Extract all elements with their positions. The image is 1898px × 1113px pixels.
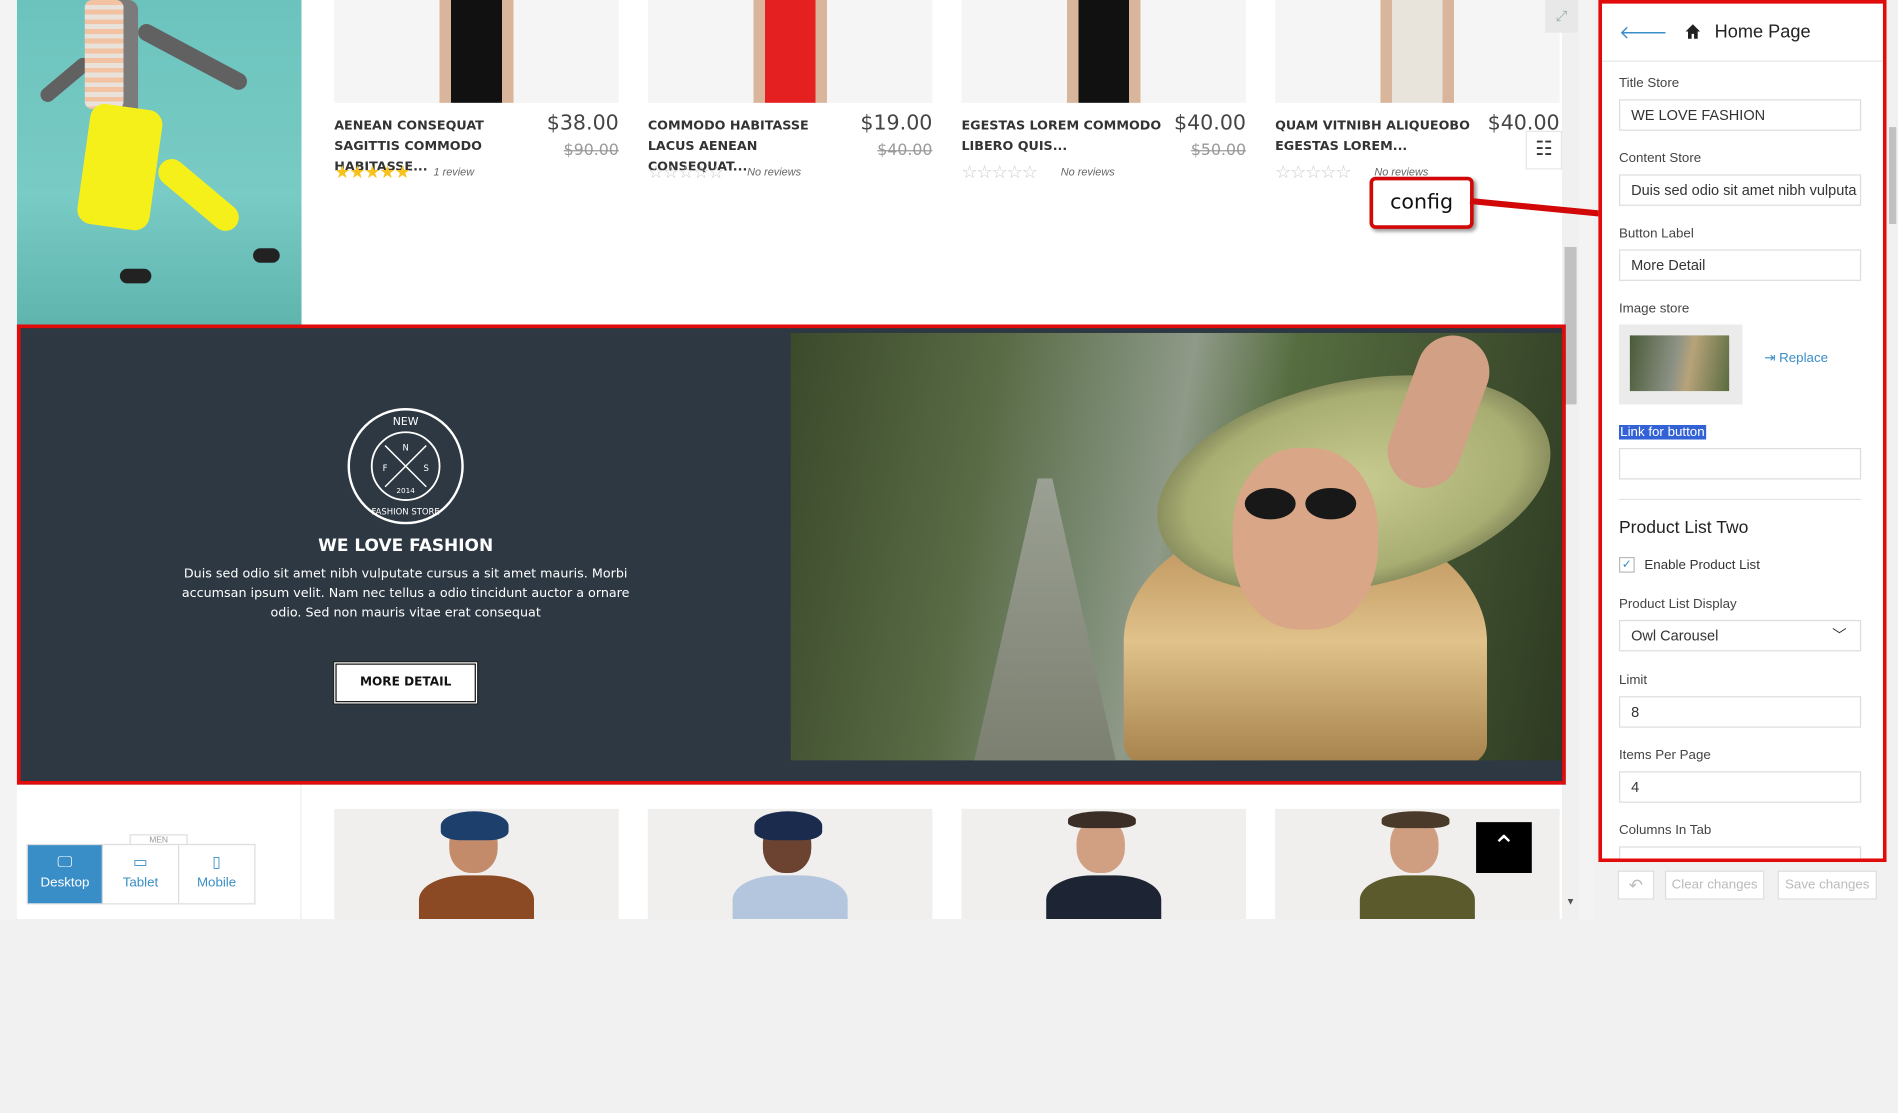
banner-title: WE LOVE FASHION bbox=[318, 536, 494, 556]
title-store-input[interactable]: WE LOVE FASHION bbox=[1618, 99, 1862, 131]
tablet-icon: ▭ bbox=[133, 852, 148, 871]
rating-stars-icon: ☆☆☆☆☆ bbox=[961, 162, 1038, 183]
home-icon bbox=[1685, 24, 1701, 39]
preview-area: MEN AENEAN CONSEQUAT SAGITTIS COMMODO HA… bbox=[0, 0, 1594, 919]
items-per-page-label: Items Per Page bbox=[1618, 748, 1711, 763]
store-banner-section[interactable]: NEW N F S 2014 FASHION STORE WE LOVE FAS… bbox=[16, 324, 1566, 785]
product-list-top: AENEAN CONSEQUAT SAGITTIS COMMODO HABITA… bbox=[334, 0, 1562, 194]
section-title: Product List Two bbox=[1618, 518, 1749, 538]
device-label: Desktop bbox=[40, 875, 90, 890]
back-to-top-icon[interactable]: ⌃ bbox=[1476, 822, 1532, 873]
section-divider bbox=[1618, 498, 1862, 501]
product-list-display-select[interactable]: Owl Carousel bbox=[1618, 619, 1862, 652]
product-image[interactable] bbox=[647, 0, 933, 103]
desktop-icon: 🖵 bbox=[57, 852, 73, 871]
undo-icon[interactable]: ↶ bbox=[1617, 870, 1655, 900]
save-changes-button[interactable]: Save changes bbox=[1777, 870, 1877, 900]
side-banner-image[interactable] bbox=[16, 0, 302, 325]
chevron-down-icon: ﹀ bbox=[1832, 627, 1847, 645]
product-name[interactable]: QUAM VITNIBH ALIQUEOBO EGESTAS LOREM... bbox=[1275, 116, 1487, 157]
device-label: Tablet bbox=[122, 875, 159, 890]
columns-in-tab-input[interactable] bbox=[1618, 846, 1862, 859]
product-list-display-label: Product List Display bbox=[1618, 596, 1737, 612]
device-mobile-button[interactable]: ▯ Mobile bbox=[179, 845, 254, 903]
config-callout: config bbox=[1369, 176, 1474, 229]
device-desktop-button[interactable]: 🖵 Desktop bbox=[27, 845, 104, 904]
review-count[interactable]: No reviews bbox=[747, 166, 801, 178]
device-label: Mobile bbox=[196, 875, 237, 890]
product-card[interactable]: COMMODO HABITASSE LACUS AENEAN CONSEQUAT… bbox=[647, 0, 933, 183]
panel-scroll-thumb[interactable] bbox=[1889, 127, 1897, 224]
logo-letter-n: N bbox=[402, 442, 408, 452]
button-label-label: Button Label bbox=[1618, 226, 1694, 241]
device-tablet-button[interactable]: ▭ Tablet bbox=[103, 845, 179, 904]
limit-label: Limit bbox=[1618, 673, 1648, 688]
link-for-button-label: Link for button bbox=[1618, 424, 1706, 440]
panel-header: 🡐 Home Page bbox=[1602, 4, 1883, 62]
content-store-input[interactable]: Duis sed odio sit amet nibh vulputa bbox=[1618, 174, 1862, 206]
more-detail-button[interactable]: MORE DETAIL bbox=[335, 663, 476, 703]
mobile-icon: ▯ bbox=[212, 852, 221, 871]
link-for-button-input[interactable] bbox=[1618, 447, 1862, 480]
product-old-price: $50.00 bbox=[1190, 141, 1247, 160]
product-old-price: $90.00 bbox=[563, 141, 619, 160]
product-old-price: $40.00 bbox=[877, 141, 933, 160]
product-image[interactable] bbox=[961, 808, 1247, 919]
scroll-down-icon[interactable]: ▼ bbox=[1562, 896, 1579, 913]
logo-letter-s: S bbox=[424, 463, 429, 473]
enable-product-list-label: Enable Product List bbox=[1644, 558, 1760, 573]
device-switcher: 🖵 Desktop ▭ Tablet ▯ Mobile bbox=[26, 843, 256, 905]
product-card[interactable]: AENEAN CONSEQUAT SAGITTIS COMMODO HABITA… bbox=[334, 0, 619, 183]
logo-year: 2014 bbox=[396, 486, 415, 495]
product-image[interactable] bbox=[961, 0, 1247, 103]
clear-changes-button[interactable]: Clear changes bbox=[1664, 870, 1765, 900]
product-image[interactable] bbox=[1275, 0, 1560, 103]
product-price: $40.00 bbox=[1173, 111, 1247, 136]
product-list-bottom bbox=[334, 808, 1562, 919]
title-store-label: Title Store bbox=[1618, 76, 1680, 91]
banner-content: Duis sed odio sit amet nibh vulputate cu… bbox=[181, 566, 630, 620]
rating-stars-icon: ☆☆☆☆☆ bbox=[1275, 162, 1352, 183]
rating-stars-icon: ★★★★★ bbox=[334, 162, 411, 183]
review-count[interactable]: 1 review bbox=[434, 166, 475, 178]
back-arrow-icon[interactable]: 🡐 bbox=[1619, 21, 1668, 44]
review-count[interactable]: No reviews bbox=[1061, 166, 1115, 178]
content-store-label: Content Store bbox=[1618, 151, 1702, 166]
button-label-input[interactable]: More Detail bbox=[1618, 249, 1862, 281]
logo-bottom-text: FASHION STORE bbox=[372, 507, 440, 517]
fashion-store-logo: NEW N F S 2014 FASHION STORE bbox=[347, 408, 464, 525]
rating-stars-icon: ☆☆☆☆☆ bbox=[647, 162, 725, 183]
product-card[interactable]: QUAM VITNIBH ALIQUEOBO EGESTAS LOREM... $… bbox=[1275, 0, 1560, 183]
product-card[interactable]: EGESTAS LOREM COMMODO LIBERO QUIS... $40.… bbox=[961, 0, 1247, 183]
product-price: $38.00 bbox=[546, 111, 619, 136]
image-store-preview[interactable] bbox=[1618, 324, 1743, 405]
preview-scroll-thumb[interactable] bbox=[1564, 247, 1577, 405]
columns-in-tab-label: Columns In Tab bbox=[1618, 823, 1712, 838]
product-name[interactable]: EGESTAS LOREM COMMODO LIBERO QUIS... bbox=[961, 116, 1173, 157]
product-image[interactable] bbox=[334, 808, 619, 919]
product-image[interactable] bbox=[334, 0, 619, 103]
product-price: $19.00 bbox=[860, 111, 933, 136]
limit-input[interactable]: 8 bbox=[1618, 696, 1862, 728]
logo-top-text: NEW bbox=[393, 415, 419, 428]
config-panel: 🡐 Home Page Title Store WE LOVE FASHION … bbox=[1598, 0, 1887, 863]
items-per-page-input[interactable]: 4 bbox=[1618, 771, 1862, 803]
product-image[interactable] bbox=[647, 808, 933, 919]
replace-link[interactable]: ⇥ Replace bbox=[1764, 350, 1828, 366]
banner-photo bbox=[790, 332, 1563, 761]
expand-icon[interactable]: ⤢ bbox=[1545, 0, 1578, 33]
enable-product-list-checkbox[interactable]: ✓ bbox=[1618, 556, 1635, 573]
panel-title: Home Page bbox=[1714, 21, 1811, 43]
replace-label: Replace bbox=[1779, 351, 1829, 366]
settings-sliders-icon[interactable]: ☷ bbox=[1525, 130, 1563, 170]
logo-letter-f: F bbox=[383, 463, 388, 473]
image-store-label: Image store bbox=[1618, 301, 1690, 317]
